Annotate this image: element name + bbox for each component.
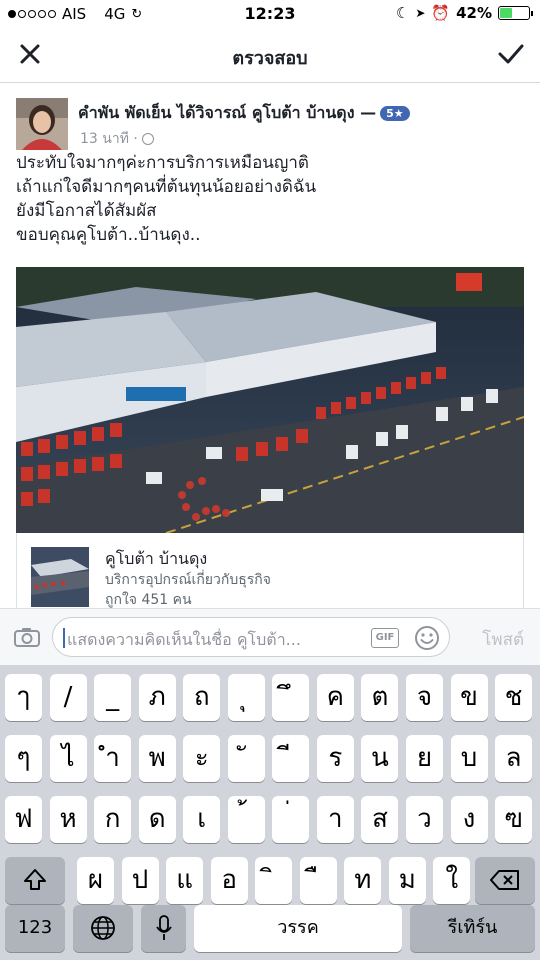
comment-placeholder: แสดงความคิดเห็นในชื่อ คูโบต้า... bbox=[67, 630, 301, 649]
key-4-9[interactable]: ใ bbox=[433, 857, 471, 904]
key-2-3[interactable]: ำ bbox=[94, 735, 132, 782]
thai-keyboard: ๅ/_ภถุึคตจขช ๆไำพะัีรนยบล ฟหกดเ้่าสวงฃ ผ… bbox=[0, 665, 540, 960]
key-1-12[interactable]: ช bbox=[495, 674, 533, 721]
page-title: ตรวจสอบ bbox=[232, 48, 308, 69]
key-3-3[interactable]: ก bbox=[94, 796, 132, 843]
location-icon: ➤ bbox=[415, 6, 426, 20]
key-4-7[interactable]: ท bbox=[344, 857, 382, 904]
key-1-3[interactable]: _ bbox=[94, 674, 132, 721]
key-2-6[interactable]: ั bbox=[227, 735, 265, 782]
globe-key[interactable] bbox=[73, 905, 133, 952]
key-1-7[interactable]: ึ bbox=[272, 674, 310, 721]
post-text-line: ขอบคุณคูโบต้า..บ้านดุง.. bbox=[16, 225, 201, 245]
status-right: ☾ ➤ ⏰ 42% bbox=[395, 4, 533, 22]
key-1-4[interactable]: ภ bbox=[138, 674, 176, 721]
key-3-7[interactable]: ่ bbox=[272, 796, 310, 843]
key-1-9[interactable]: ต bbox=[361, 674, 399, 721]
numbers-key[interactable]: 123 bbox=[5, 905, 65, 952]
post-text: ประทับใจมากๆค่ะการบริการเหมือนญาติ เถ้าแ… bbox=[16, 151, 524, 247]
shift-icon bbox=[24, 869, 46, 890]
key-2-4[interactable]: พ bbox=[138, 735, 176, 782]
key-2-2[interactable]: ไ bbox=[49, 735, 87, 782]
key-2-11[interactable]: บ bbox=[450, 735, 488, 782]
key-1-11[interactable]: ข bbox=[450, 674, 488, 721]
page-thumbnail bbox=[31, 547, 89, 607]
return-key[interactable]: รีเทิร์น bbox=[410, 905, 535, 952]
post-text-line: ยังมีโอกาสได้สัมผัส bbox=[16, 201, 157, 221]
key-2-1[interactable]: ๆ bbox=[5, 735, 42, 782]
rating-badge: 5★ bbox=[380, 106, 410, 121]
key-1-6[interactable]: ุ bbox=[227, 674, 265, 721]
key-2-12[interactable]: ล bbox=[495, 735, 533, 782]
key-4-2[interactable]: ป bbox=[121, 857, 159, 904]
space-key[interactable]: วรรค bbox=[194, 905, 402, 952]
key-2-8[interactable]: ร bbox=[316, 735, 354, 782]
page-category: บริการอุปกรณ์เกี่ยวกับธุรกิจ bbox=[105, 572, 271, 588]
key-3-4[interactable]: ด bbox=[138, 796, 176, 843]
key-4-8[interactable]: ม bbox=[388, 857, 426, 904]
comment-bar: แสดงความคิดเห็นในชื่อ คูโบต้า... GIF โพส… bbox=[0, 608, 540, 665]
avatar[interactable] bbox=[16, 98, 68, 150]
key-1-2[interactable]: / bbox=[49, 674, 87, 721]
key-3-10[interactable]: ว bbox=[405, 796, 443, 843]
key-3-12[interactable]: ฃ bbox=[495, 796, 533, 843]
shift-key[interactable] bbox=[5, 857, 65, 904]
key-4-4[interactable]: อ bbox=[210, 857, 248, 904]
key-1-5[interactable]: ถ bbox=[183, 674, 221, 721]
camera-icon[interactable] bbox=[14, 627, 40, 647]
globe-icon bbox=[141, 133, 154, 145]
status-bar: AIS 4G ↻ 12:23 ☾ ➤ ⏰ 42% bbox=[0, 0, 540, 28]
check-icon[interactable] bbox=[496, 40, 526, 68]
key-4-6[interactable]: ื bbox=[299, 857, 337, 904]
post-time-text: 13 นาที · bbox=[80, 131, 138, 147]
post-text-line: ประทับใจมากๆค่ะการบริการเหมือนญาติ bbox=[16, 153, 309, 173]
key-1-1[interactable]: ๅ bbox=[5, 674, 42, 721]
microphone-key[interactable] bbox=[141, 905, 186, 952]
backspace-icon bbox=[490, 870, 519, 890]
key-2-5[interactable]: ะ bbox=[183, 735, 221, 782]
post-comment-button[interactable]: โพสต์ bbox=[482, 626, 524, 653]
page-link-card[interactable]: คูโบต้า บ้านดุง บริการอุปกรณ์เกี่ยวกับธุ… bbox=[16, 533, 524, 608]
key-3-8[interactable]: า bbox=[316, 796, 354, 843]
backspace-key[interactable] bbox=[475, 857, 535, 904]
key-4-3[interactable]: แ bbox=[166, 857, 204, 904]
key-4-1[interactable]: ผ bbox=[77, 857, 114, 904]
nav-bar: ตรวจสอบ bbox=[0, 28, 540, 83]
key-3-11[interactable]: ง bbox=[450, 796, 488, 843]
key-2-10[interactable]: ย bbox=[405, 735, 443, 782]
post-timestamp: 13 นาที · bbox=[80, 128, 154, 150]
microphone-icon bbox=[155, 915, 172, 940]
post-photo[interactable] bbox=[16, 267, 524, 533]
text-caret bbox=[63, 628, 65, 648]
comment-input[interactable]: แสดงความคิดเห็นในชื่อ คูโบต้า... GIF bbox=[52, 617, 450, 657]
key-2-9[interactable]: น bbox=[361, 735, 399, 782]
key-3-2[interactable]: ห bbox=[49, 796, 87, 843]
post-text-line: เถ้าแก่ใจดีมากๆคนที่ต้นทุนน้อยอย่างดิฉัน bbox=[16, 177, 317, 197]
page-likes: ถูกใจ 451 คน bbox=[105, 592, 192, 608]
battery-icon bbox=[498, 6, 533, 20]
battery-percent: 42% bbox=[456, 4, 492, 22]
gif-button[interactable]: GIF bbox=[371, 628, 399, 648]
alarm-icon: ⏰ bbox=[431, 4, 451, 22]
key-3-9[interactable]: ส bbox=[361, 796, 399, 843]
globe-icon bbox=[91, 916, 115, 940]
post-author[interactable]: คำพัน พัดเย็น ได้วิจารณ์ คูโบต้า บ้านดุง… bbox=[78, 101, 410, 126]
emoji-icon[interactable] bbox=[413, 624, 441, 652]
key-3-6[interactable]: ้ bbox=[227, 796, 265, 843]
key-1-10[interactable]: จ bbox=[405, 674, 443, 721]
key-3-1[interactable]: ฟ bbox=[5, 796, 42, 843]
key-4-5[interactable]: ิ bbox=[255, 857, 293, 904]
post-author-text[interactable]: คำพัน พัดเย็น ได้วิจารณ์ คูโบต้า บ้านดุง… bbox=[78, 103, 376, 122]
key-3-5[interactable]: เ bbox=[183, 796, 221, 843]
moon-icon: ☾ bbox=[395, 4, 410, 22]
key-1-8[interactable]: ค bbox=[316, 674, 354, 721]
post: คำพัน พัดเย็น ได้วิจารณ์ คูโบต้า บ้านดุง… bbox=[0, 83, 540, 608]
key-2-7[interactable]: ี bbox=[272, 735, 310, 782]
